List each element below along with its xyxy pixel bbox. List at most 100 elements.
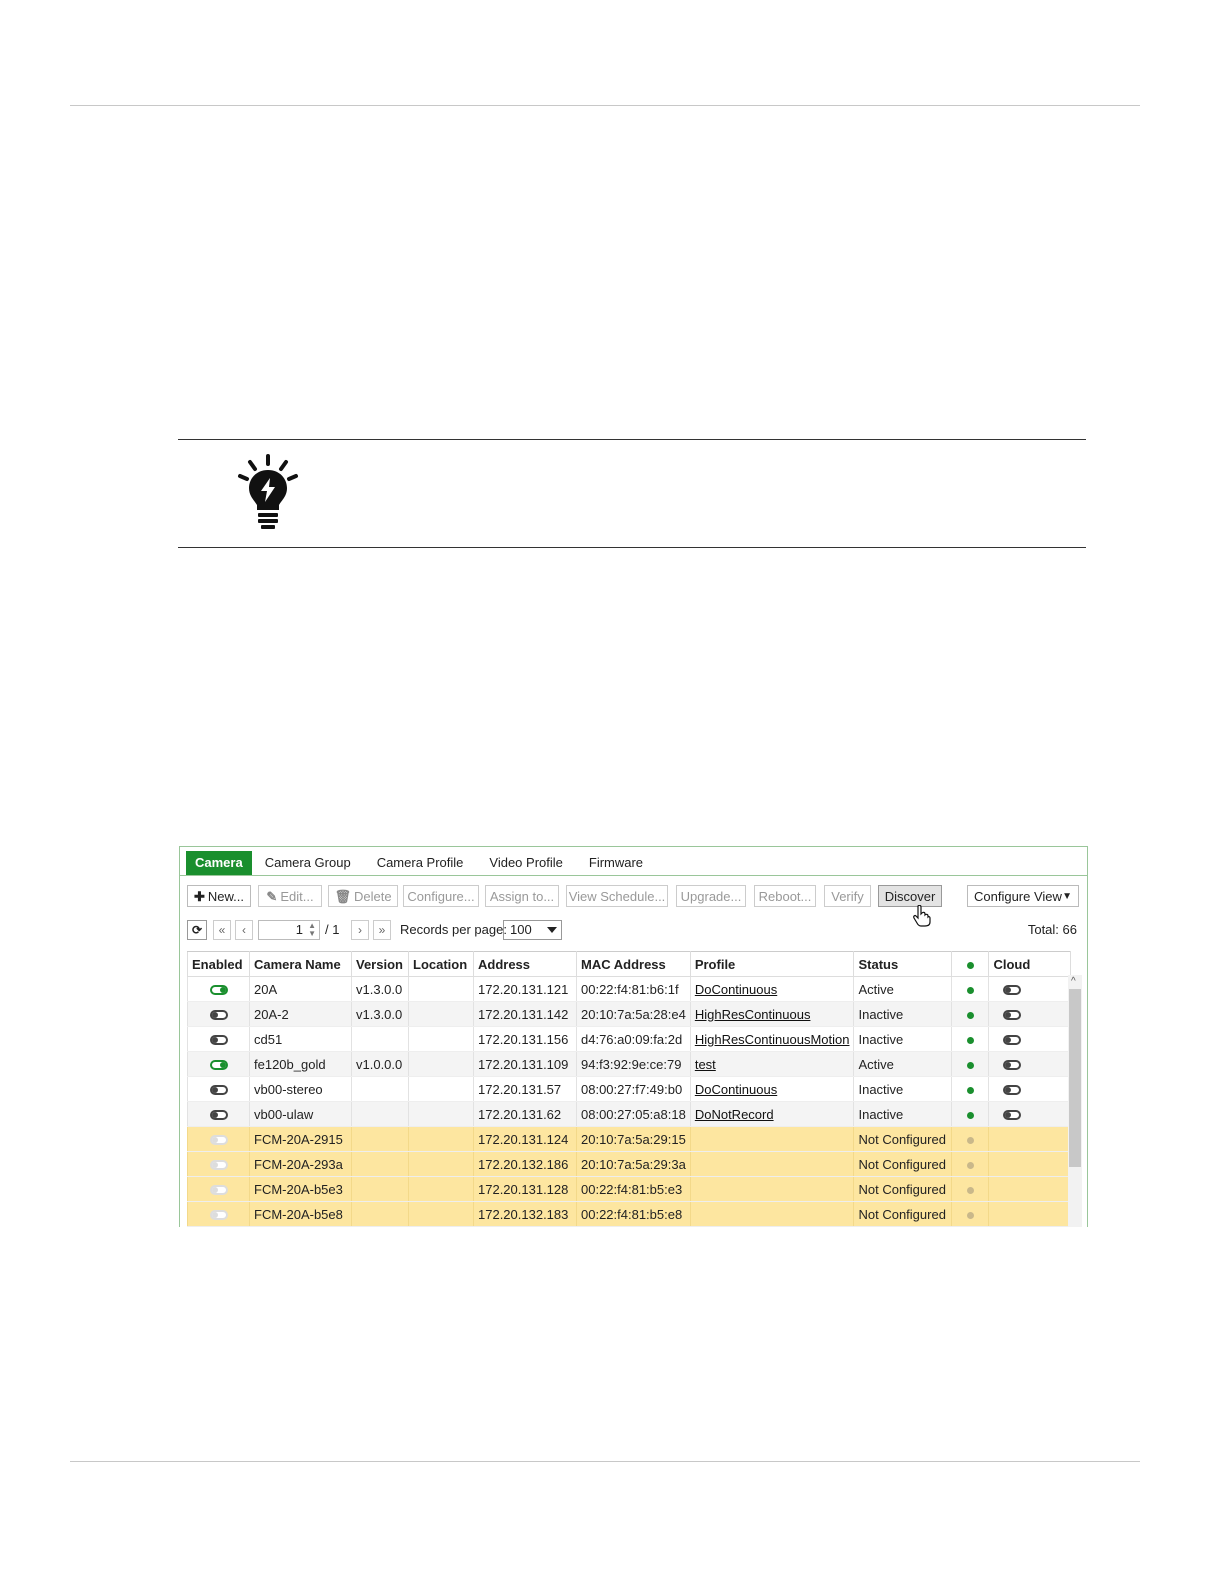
table-row[interactable]: vb00-stereo 172.20.131.57 08:00:27:f7:49:b… (187, 1076, 1072, 1102)
cloud-cell (988, 1201, 1072, 1227)
enabled-cell (187, 1026, 250, 1052)
table-row[interactable]: FCM-20A-293a 172.20.132.186 20:10:7a:5a:29… (187, 1151, 1072, 1177)
refresh-icon[interactable]: ⟳ (187, 920, 207, 940)
enabled-toggle[interactable] (209, 1160, 228, 1171)
status-dot-icon (966, 1061, 974, 1069)
table-row[interactable]: vb00-ulaw 172.20.131.62 08:00:27:05:a8:18 D… (187, 1101, 1072, 1127)
cloud-cell (988, 1051, 1072, 1077)
scrollbar-thumb[interactable] (1069, 989, 1081, 1167)
discover-button[interactable]: Discover (878, 885, 942, 907)
upgrade-button[interactable]: Upgrade... (676, 885, 746, 907)
records-per-page-select[interactable]: 100 (503, 920, 562, 940)
new-button[interactable]: ✚ New... (187, 885, 251, 907)
address-cell: 172.20.131.121 (473, 976, 577, 1002)
mac-address-cell: 94:f3:92:9e:ce:79 (576, 1051, 691, 1077)
cloud-toggle[interactable] (1003, 1110, 1022, 1121)
connection-cell (951, 1201, 990, 1227)
chevron-right-icon[interactable]: › (351, 920, 369, 940)
table-row[interactable]: FCM-20A-b5e8 172.20.132.183 00:22:f4:81:b5… (187, 1201, 1072, 1227)
profile-link[interactable]: DoContinuous (695, 1082, 777, 1097)
col-enabled[interactable]: Enabled (187, 951, 250, 977)
cloud-toggle[interactable] (1003, 1010, 1022, 1021)
table-row[interactable]: fe120b_gold v1.0.0.0 172.20.131.109 94:f3:9… (187, 1051, 1072, 1077)
scrollbar[interactable]: ^ (1068, 975, 1082, 1227)
double-chevron-left-icon[interactable]: « (213, 920, 231, 940)
enabled-toggle[interactable] (209, 985, 228, 996)
tab-firmware[interactable]: Firmware (576, 851, 656, 875)
enabled-toggle[interactable] (209, 1060, 228, 1071)
col-status[interactable]: Status (853, 951, 953, 977)
profile-link[interactable]: test (695, 1057, 716, 1072)
mac-address-cell: 00:22:f4:81:b6:1f (576, 976, 691, 1002)
status-cell: Inactive (853, 1076, 953, 1102)
edit-icon: ✎ (266, 889, 278, 904)
profile-link[interactable]: DoContinuous (695, 982, 777, 997)
status-cell: Not Configured (853, 1126, 953, 1152)
plus-icon: ✚ (193, 889, 205, 904)
profile-link[interactable]: HighResContinuousMotion (695, 1032, 850, 1047)
mac-address-cell: 20:10:7a:5a:28:e4 (576, 1001, 691, 1027)
tab-camera[interactable]: Camera (186, 851, 252, 875)
col-camera-name[interactable]: Camera Name (249, 951, 352, 977)
col-address[interactable]: Address (473, 951, 577, 977)
table-header: Enabled Camera Name Version Location Add… (187, 951, 1072, 977)
col-mac-address[interactable]: MAC Address (576, 951, 691, 977)
profile-cell: test (689, 1051, 855, 1077)
profile-link[interactable]: DoNotRecord (695, 1107, 774, 1122)
enabled-toggle[interactable] (209, 1085, 228, 1096)
col-cloud[interactable]: Cloud (988, 951, 1072, 977)
col-connection-status[interactable] (951, 951, 990, 977)
address-cell: 172.20.131.128 (473, 1176, 577, 1202)
chevron-up-icon[interactable]: ^ (1071, 976, 1076, 987)
camera-name-cell: cd51 (249, 1026, 352, 1052)
enabled-toggle[interactable] (209, 1010, 228, 1021)
enabled-toggle[interactable] (209, 1210, 228, 1221)
camera-name-cell: FCM-20A-b5e8 (249, 1201, 352, 1227)
cloud-toggle[interactable] (1003, 1035, 1022, 1046)
location-cell (408, 1101, 474, 1127)
location-cell (408, 1201, 474, 1227)
caret-down-icon: ▼ (1062, 891, 1072, 902)
tab-camera-profile[interactable]: Camera Profile (364, 851, 477, 875)
cloud-toggle[interactable] (1003, 1060, 1022, 1071)
tab-camera-group[interactable]: Camera Group (252, 851, 364, 875)
status-cell: Inactive (853, 1101, 953, 1127)
header-rule (70, 105, 1140, 106)
version-cell (351, 1026, 409, 1052)
cloud-cell (988, 1176, 1072, 1202)
table-row[interactable]: FCM-20A-2915 172.20.131.124 20:10:7a:5a:29… (187, 1126, 1072, 1152)
enabled-toggle[interactable] (209, 1135, 228, 1146)
cloud-cell (988, 1101, 1072, 1127)
location-cell (408, 1076, 474, 1102)
col-location[interactable]: Location (408, 951, 474, 977)
col-profile[interactable]: Profile (689, 951, 855, 977)
connection-cell (951, 1101, 990, 1127)
enabled-toggle[interactable] (209, 1185, 228, 1196)
configure-button[interactable]: Configure... (403, 885, 479, 907)
table-row[interactable]: 20A-2 v1.3.0.0 172.20.131.142 20:10:7a:5a:2… (187, 1001, 1072, 1027)
page-number-input[interactable]: 1 ▲ ▼ (258, 920, 320, 940)
assign-button[interactable]: Assign to... (485, 885, 559, 907)
profile-link[interactable]: HighResContinuous (695, 1007, 811, 1022)
table-row[interactable]: cd51 172.20.131.156 d4:76:a0:09:fa:2d HighR… (187, 1026, 1072, 1052)
double-chevron-right-icon[interactable]: » (373, 920, 391, 940)
tab-video-profile[interactable]: Video Profile (476, 851, 575, 875)
cloud-cell (988, 1126, 1072, 1152)
table-row[interactable]: FCM-20A-b5e3 172.20.131.128 00:22:f4:81:b5… (187, 1176, 1072, 1202)
cloud-toggle[interactable] (1003, 985, 1022, 996)
verify-button[interactable]: Verify (824, 885, 871, 907)
reboot-button[interactable]: Reboot... (754, 885, 816, 907)
edit-button[interactable]: ✎ Edit... (258, 885, 322, 907)
chevron-left-icon[interactable]: ‹ (235, 920, 253, 940)
configure-view-dropdown[interactable]: Configure View ▼ (967, 885, 1079, 907)
delete-button[interactable]: 🗑 Delete (328, 885, 398, 907)
address-cell: 172.20.131.62 (473, 1101, 577, 1127)
table-row[interactable]: 20A v1.3.0.0 172.20.131.121 00:22:f4:81:b6:… (187, 976, 1072, 1002)
spinner-icon[interactable]: ▲ ▼ (308, 922, 316, 938)
cloud-toggle[interactable] (1003, 1085, 1022, 1096)
col-version[interactable]: Version (351, 951, 409, 977)
cloud-cell (988, 1001, 1072, 1027)
enabled-toggle[interactable] (209, 1110, 228, 1121)
view-schedule-button[interactable]: View Schedule... (566, 885, 668, 907)
enabled-toggle[interactable] (209, 1035, 228, 1046)
